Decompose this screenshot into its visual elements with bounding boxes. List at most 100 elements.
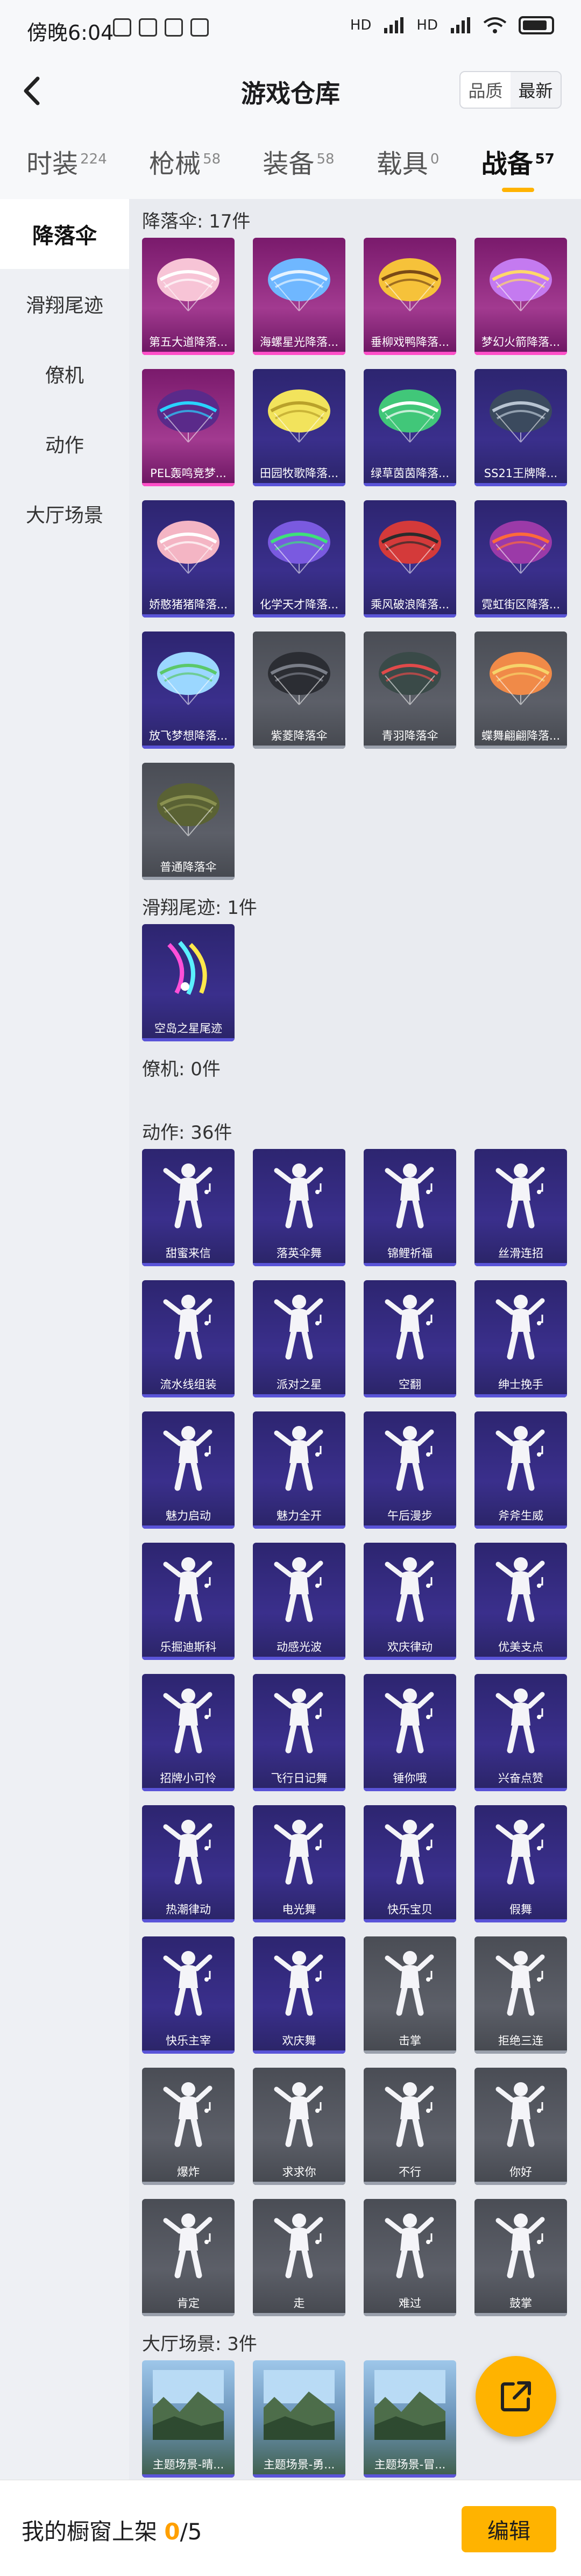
- item-card[interactable]: 鼓掌: [474, 2199, 567, 2316]
- item-art: [374, 2077, 445, 2147]
- item-label: 拒绝三连: [498, 2034, 543, 2047]
- tab-firearms[interactable]: 枪械 58: [149, 143, 221, 180]
- tab-combat-gear[interactable]: 战备 57: [481, 143, 555, 180]
- status-bar: 傍晚6:04 HD HD: [0, 0, 581, 59]
- tab-count: 224: [80, 151, 107, 167]
- item-card[interactable]: 乐掘迪斯科: [142, 1543, 235, 1660]
- item-card[interactable]: 第五大道降落...: [142, 238, 235, 355]
- item-card[interactable]: 主题场景-晴...: [142, 2360, 235, 2478]
- item-card[interactable]: 丝滑连招: [474, 1149, 567, 1266]
- item-card[interactable]: 求求你: [253, 2068, 345, 2185]
- sidebar-item-parachute[interactable]: 降落伞: [0, 199, 129, 269]
- item-art: [264, 510, 335, 580]
- item-card[interactable]: 娇憨猪猪降落...: [142, 500, 235, 618]
- parachute-icon: [490, 521, 552, 574]
- item-label: SS21王牌降...: [484, 467, 558, 480]
- item-card[interactable]: 假舞: [474, 1805, 567, 1922]
- sidebar-item-lobby-scene[interactable]: 大厅场景: [0, 479, 129, 549]
- item-card[interactable]: 电光舞: [253, 1805, 345, 1922]
- edit-button[interactable]: 编辑: [462, 2506, 556, 2552]
- item-card[interactable]: 午后漫步: [364, 1411, 456, 1529]
- emote-figure-icon: [274, 1951, 323, 2016]
- tab-vehicles[interactable]: 载具 0: [377, 143, 440, 180]
- item-card[interactable]: 空岛之星尾迹: [142, 924, 235, 1041]
- item-card[interactable]: 欢庆舞: [253, 1936, 345, 2054]
- item-card[interactable]: 兴奋点赞: [474, 1674, 567, 1791]
- item-card[interactable]: 欢庆律动: [364, 1543, 456, 1660]
- item-card[interactable]: 田园牧歌降落...: [253, 369, 345, 486]
- item-card[interactable]: 紫菱降落伞: [253, 631, 345, 749]
- item-label: 动感光波: [277, 1641, 322, 1654]
- item-card[interactable]: 飞行日记舞: [253, 1674, 345, 1791]
- item-card[interactable]: 斧斧生威: [474, 1411, 567, 1529]
- item-card[interactable]: 落英伞舞: [253, 1149, 345, 1266]
- item-card[interactable]: 动感光波: [253, 1543, 345, 1660]
- item-card[interactable]: 主题场景-勇...: [253, 2360, 345, 2478]
- sort-option-quality[interactable]: 品质: [460, 72, 511, 108]
- item-card[interactable]: 海螺星光降落...: [253, 238, 345, 355]
- lobby-scene-thumbnail: [142, 2360, 235, 2451]
- item-card[interactable]: 肯定: [142, 2199, 235, 2316]
- tab-fashion[interactable]: 时装 224: [26, 143, 107, 180]
- item-card[interactable]: 空翻: [364, 1280, 456, 1397]
- item-card[interactable]: 难过: [364, 2199, 456, 2316]
- sort-toggle[interactable]: 品质 最新: [459, 71, 562, 109]
- item-card[interactable]: 你好: [474, 2068, 567, 2185]
- item-art: [142, 2360, 235, 2451]
- item-card[interactable]: PEL轰鸣竞梦...: [142, 369, 235, 486]
- item-card[interactable]: 击掌: [364, 1936, 456, 2054]
- item-card[interactable]: 优美支点: [474, 1543, 567, 1660]
- item-card[interactable]: 魅力全开: [253, 1411, 345, 1529]
- item-label: 优美支点: [498, 1641, 543, 1654]
- item-card[interactable]: 快乐主宰: [142, 1936, 235, 2054]
- item-card[interactable]: 化学天才降落...: [253, 500, 345, 618]
- item-art: [374, 1290, 445, 1360]
- item-card[interactable]: 拒绝三连: [474, 1936, 567, 2054]
- item-card[interactable]: SS21王牌降...: [474, 369, 567, 486]
- item-card[interactable]: 蝶舞翩翩降落...: [474, 631, 567, 749]
- tab-equipment[interactable]: 装备 58: [263, 143, 334, 180]
- item-card[interactable]: 锦鲤祈福: [364, 1149, 456, 1266]
- item-card[interactable]: 爆炸: [142, 2068, 235, 2185]
- item-card[interactable]: 主题场景-冒...: [364, 2360, 456, 2478]
- parachute-icon: [157, 258, 219, 311]
- item-card[interactable]: 垂柳戏鸭降落...: [364, 238, 456, 355]
- item-card[interactable]: 不行: [364, 2068, 456, 2185]
- item-card[interactable]: 梦幻火箭降落...: [474, 238, 567, 355]
- rarity-bar: [253, 1394, 345, 1397]
- sort-option-newest[interactable]: 最新: [511, 72, 561, 108]
- item-card[interactable]: 放飞梦想降落...: [142, 631, 235, 749]
- tab-count: 58: [316, 151, 335, 167]
- item-card[interactable]: 青羽降落伞: [364, 631, 456, 749]
- item-card[interactable]: 招牌小可怜: [142, 1674, 235, 1791]
- item-art: [374, 1552, 445, 1622]
- item-card[interactable]: 锤你哦: [364, 1674, 456, 1791]
- sidebar-item-wingman[interactable]: 僚机: [0, 339, 129, 409]
- item-card[interactable]: 走: [253, 2199, 345, 2316]
- message-icon: [190, 18, 209, 37]
- item-card[interactable]: 绅士挽手: [474, 1280, 567, 1397]
- item-card[interactable]: 绿草茵茵降落...: [364, 369, 456, 486]
- item-card[interactable]: 普通降落伞: [142, 763, 235, 880]
- emote-figure-icon: [163, 2213, 212, 2279]
- share-button[interactable]: [476, 2356, 556, 2437]
- item-card[interactable]: 甜蜜来信: [142, 1149, 235, 1266]
- item-card[interactable]: 魅力启动: [142, 1411, 235, 1529]
- rarity-bar: [142, 1038, 235, 1041]
- item-art: [264, 379, 335, 449]
- section-title: 降落伞: 17件: [142, 211, 251, 232]
- item-art: [485, 641, 556, 711]
- parachute-icon: [157, 389, 219, 443]
- item-card[interactable]: 热潮律动: [142, 1805, 235, 1922]
- item-card[interactable]: 霓虹街区降落...: [474, 500, 567, 618]
- item-card[interactable]: 快乐宝贝: [364, 1805, 456, 1922]
- item-card[interactable]: 流水线组装: [142, 1280, 235, 1397]
- sidebar-item-glide-trail[interactable]: 滑翔尾迹: [0, 269, 129, 339]
- item-card[interactable]: 派对之星: [253, 1280, 345, 1397]
- tab-label: 枪械: [149, 149, 201, 179]
- item-card[interactable]: 乘风破浪降落...: [364, 500, 456, 618]
- rarity-bar: [253, 2182, 345, 2185]
- rarity-bar: [474, 1788, 567, 1791]
- item-art: [485, 510, 556, 580]
- sidebar-item-emote[interactable]: 动作: [0, 409, 129, 479]
